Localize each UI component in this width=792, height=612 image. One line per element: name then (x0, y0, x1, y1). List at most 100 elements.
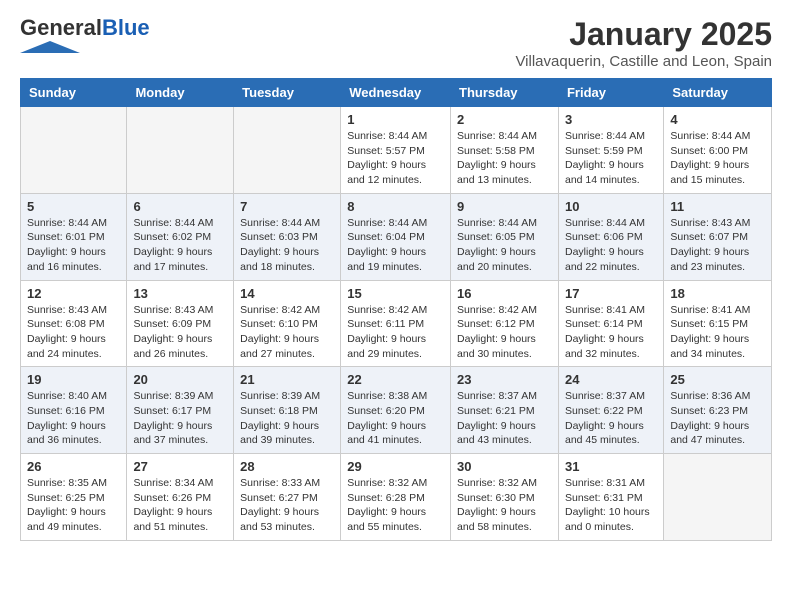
day-info: Sunrise: 8:32 AM Sunset: 6:28 PM Dayligh… (347, 476, 444, 535)
day-info: Sunrise: 8:44 AM Sunset: 6:03 PM Dayligh… (240, 216, 334, 275)
calendar-cell: 19 Sunrise: 8:40 AM Sunset: 6:16 PM Dayli… (21, 367, 127, 454)
calendar-cell (234, 107, 341, 194)
weekday-friday: Friday (558, 79, 663, 107)
location-title: Villavaquerin, Castille and Leon, Spain (515, 53, 772, 70)
weekday-tuesday: Tuesday (234, 79, 341, 107)
calendar-cell: 17 Sunrise: 8:41 AM Sunset: 6:14 PM Dayli… (558, 280, 663, 367)
weekday-saturday: Saturday (664, 79, 772, 107)
calendar-cell: 26 Sunrise: 8:35 AM Sunset: 6:25 PM Dayli… (21, 454, 127, 541)
day-info: Sunrise: 8:44 AM Sunset: 6:05 PM Dayligh… (457, 216, 552, 275)
day-info: Sunrise: 8:36 AM Sunset: 6:23 PM Dayligh… (670, 389, 765, 448)
calendar-cell: 27 Sunrise: 8:34 AM Sunset: 6:26 PM Dayli… (127, 454, 234, 541)
day-number: 2 (457, 112, 552, 127)
day-number: 26 (27, 459, 120, 474)
calendar-cell: 28 Sunrise: 8:33 AM Sunset: 6:27 PM Dayli… (234, 454, 341, 541)
day-number: 13 (133, 286, 227, 301)
calendar-cell: 31 Sunrise: 8:31 AM Sunset: 6:31 PM Dayli… (558, 454, 663, 541)
month-title: January 2025 (515, 16, 772, 53)
calendar-week-2: 5 Sunrise: 8:44 AM Sunset: 6:01 PM Daylig… (21, 193, 772, 280)
day-number: 3 (565, 112, 657, 127)
day-number: 18 (670, 286, 765, 301)
day-number: 31 (565, 459, 657, 474)
day-number: 6 (133, 199, 227, 214)
calendar-cell: 29Sunrise: 8:32 AM Sunset: 6:28 PM Dayli… (341, 454, 451, 541)
day-number: 8 (347, 199, 444, 214)
day-info: Sunrise: 8:44 AM Sunset: 5:58 PM Dayligh… (457, 129, 552, 188)
day-info: Sunrise: 8:34 AM Sunset: 6:26 PM Dayligh… (133, 476, 227, 535)
day-info: Sunrise: 8:37 AM Sunset: 6:22 PM Dayligh… (565, 389, 657, 448)
day-number: 5 (27, 199, 120, 214)
weekday-monday: Monday (127, 79, 234, 107)
day-info: Sunrise: 8:44 AM Sunset: 6:04 PM Dayligh… (347, 216, 444, 275)
calendar-cell: 2 Sunrise: 8:44 AM Sunset: 5:58 PM Daylig… (451, 107, 559, 194)
weekday-sunday: Sunday (21, 79, 127, 107)
day-number: 20 (133, 372, 227, 387)
calendar-cell: 18 Sunrise: 8:41 AM Sunset: 6:15 PM Dayli… (664, 280, 772, 367)
weekday-thursday: Thursday (451, 79, 559, 107)
day-info: Sunrise: 8:43 AM Sunset: 6:09 PM Dayligh… (133, 303, 227, 362)
day-number: 17 (565, 286, 657, 301)
day-info: Sunrise: 8:35 AM Sunset: 6:25 PM Dayligh… (27, 476, 120, 535)
day-number: 27 (133, 459, 227, 474)
calendar-cell: 8 Sunrise: 8:44 AM Sunset: 6:04 PM Daylig… (341, 193, 451, 280)
calendar-cell: 10 Sunrise: 8:44 AM Sunset: 6:06 PM Dayli… (558, 193, 663, 280)
calendar-cell: 7 Sunrise: 8:44 AM Sunset: 6:03 PM Daylig… (234, 193, 341, 280)
day-number: 7 (240, 199, 334, 214)
day-number: 12 (27, 286, 120, 301)
day-info: Sunrise: 8:42 AM Sunset: 6:10 PM Dayligh… (240, 303, 334, 362)
day-info: Sunrise: 8:44 AM Sunset: 6:02 PM Dayligh… (133, 216, 227, 275)
logo-icon (20, 41, 80, 53)
title-block: January 2025 Villavaquerin, Castille and… (515, 16, 772, 70)
weekday-wednesday: Wednesday (341, 79, 451, 107)
calendar-week-1: 1 Sunrise: 8:44 AM Sunset: 5:57 PM Daylig… (21, 107, 772, 194)
day-info: Sunrise: 8:33 AM Sunset: 6:27 PM Dayligh… (240, 476, 334, 535)
day-number: 14 (240, 286, 334, 301)
page-header: GeneralBlue January 2025 Villavaquerin, … (0, 0, 792, 78)
day-number: 10 (565, 199, 657, 214)
day-number: 19 (27, 372, 120, 387)
calendar-cell: 15Sunrise: 8:42 AM Sunset: 6:11 PM Dayli… (341, 280, 451, 367)
calendar-week-3: 12 Sunrise: 8:43 AM Sunset: 6:08 PM Dayli… (21, 280, 772, 367)
day-number: 28 (240, 459, 334, 474)
day-info: Sunrise: 8:43 AM Sunset: 6:07 PM Dayligh… (670, 216, 765, 275)
day-info: Sunrise: 8:40 AM Sunset: 6:16 PM Dayligh… (27, 389, 120, 448)
day-info: Sunrise: 8:39 AM Sunset: 6:17 PM Dayligh… (133, 389, 227, 448)
calendar-cell: 21Sunrise: 8:39 AM Sunset: 6:18 PM Dayli… (234, 367, 341, 454)
weekday-header-row: SundayMondayTuesdayWednesdayThursdayFrid… (21, 79, 772, 107)
calendar-cell: 12 Sunrise: 8:43 AM Sunset: 6:08 PM Dayli… (21, 280, 127, 367)
day-info: Sunrise: 8:44 AM Sunset: 5:57 PM Dayligh… (347, 129, 444, 188)
calendar-cell: 1 Sunrise: 8:44 AM Sunset: 5:57 PM Daylig… (341, 107, 451, 194)
calendar-cell: 5 Sunrise: 8:44 AM Sunset: 6:01 PM Daylig… (21, 193, 127, 280)
day-info: Sunrise: 8:41 AM Sunset: 6:14 PM Dayligh… (565, 303, 657, 362)
calendar-cell: 13 Sunrise: 8:43 AM Sunset: 6:09 PM Dayli… (127, 280, 234, 367)
day-info: Sunrise: 8:44 AM Sunset: 6:01 PM Dayligh… (27, 216, 120, 275)
calendar-cell: 24 Sunrise: 8:37 AM Sunset: 6:22 PM Dayli… (558, 367, 663, 454)
calendar-cell: 9 Sunrise: 8:44 AM Sunset: 6:05 PM Daylig… (451, 193, 559, 280)
calendar-cell: 25 Sunrise: 8:36 AM Sunset: 6:23 PM Dayli… (664, 367, 772, 454)
logo: GeneralBlue (20, 16, 150, 58)
calendar-cell: 23Sunrise: 8:37 AM Sunset: 6:21 PM Dayli… (451, 367, 559, 454)
day-info: Sunrise: 8:41 AM Sunset: 6:15 PM Dayligh… (670, 303, 765, 362)
day-number: 15 (347, 286, 444, 301)
day-info: Sunrise: 8:32 AM Sunset: 6:30 PM Dayligh… (457, 476, 552, 535)
day-number: 25 (670, 372, 765, 387)
calendar-cell: 6 Sunrise: 8:44 AM Sunset: 6:02 PM Daylig… (127, 193, 234, 280)
calendar-cell: 30 Sunrise: 8:32 AM Sunset: 6:30 PM Dayli… (451, 454, 559, 541)
logo-blue: Blue (102, 15, 150, 40)
day-number: 9 (457, 199, 552, 214)
day-info: Sunrise: 8:39 AM Sunset: 6:18 PM Dayligh… (240, 389, 334, 448)
calendar-cell: 22Sunrise: 8:38 AM Sunset: 6:20 PM Dayli… (341, 367, 451, 454)
day-number: 30 (457, 459, 552, 474)
calendar-cell: 14 Sunrise: 8:42 AM Sunset: 6:10 PM Dayli… (234, 280, 341, 367)
day-info: Sunrise: 8:43 AM Sunset: 6:08 PM Dayligh… (27, 303, 120, 362)
calendar-cell: 3Sunrise: 8:44 AM Sunset: 5:59 PM Daylig… (558, 107, 663, 194)
day-number: 1 (347, 112, 444, 127)
day-number: 16 (457, 286, 552, 301)
calendar-cell: 16Sunrise: 8:42 AM Sunset: 6:12 PM Dayli… (451, 280, 559, 367)
day-number: 24 (565, 372, 657, 387)
logo-general: General (20, 15, 102, 40)
calendar-week-5: 26 Sunrise: 8:35 AM Sunset: 6:25 PM Dayli… (21, 454, 772, 541)
day-info: Sunrise: 8:44 AM Sunset: 6:06 PM Dayligh… (565, 216, 657, 275)
day-info: Sunrise: 8:38 AM Sunset: 6:20 PM Dayligh… (347, 389, 444, 448)
day-info: Sunrise: 8:31 AM Sunset: 6:31 PM Dayligh… (565, 476, 657, 535)
